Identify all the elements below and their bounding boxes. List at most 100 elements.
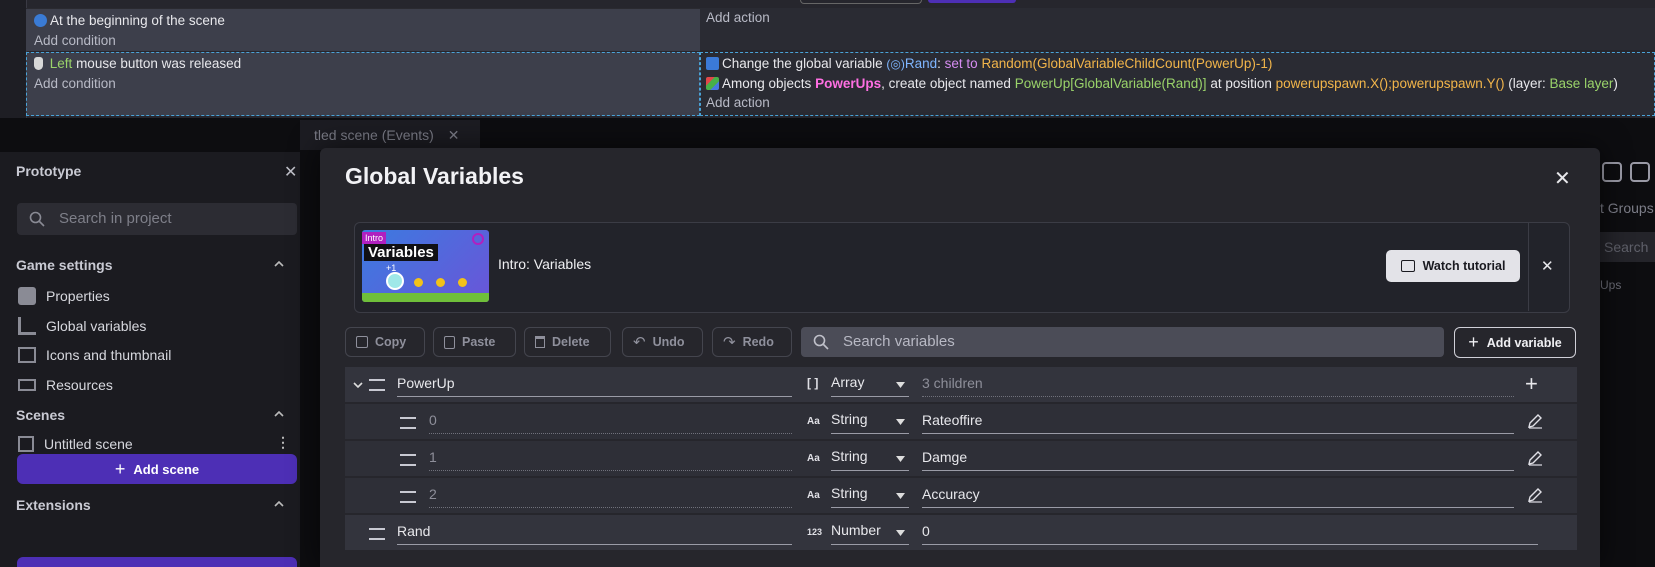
value-field[interactable]: Accuracy: [922, 486, 1514, 508]
plus-icon: +: [114, 458, 126, 479]
variable-name-field[interactable]: Rand: [397, 523, 792, 545]
toolbar-partial: [800, 0, 922, 4]
variable-row-powerup[interactable]: PowerUp [ ] Array 3 children +: [345, 367, 1577, 402]
global-variables-item[interactable]: Global variables: [18, 317, 146, 335]
edit-pencil-icon[interactable]: [1527, 487, 1543, 503]
objects-search[interactable]: Search: [1600, 232, 1655, 262]
ground: [362, 293, 489, 302]
objects-icon[interactable]: [1602, 162, 1622, 182]
drag-handle-icon[interactable]: [369, 379, 385, 391]
child-index: 2: [429, 486, 792, 508]
gdevelop-logo-icon: [472, 233, 484, 245]
variable-row-child-0[interactable]: 0 Aa String Rateoffire: [345, 404, 1577, 439]
game-settings-section[interactable]: Game settings: [16, 257, 112, 273]
scene-events-tab[interactable]: tled scene (Events) ✕: [300, 120, 480, 150]
paste-button[interactable]: Paste: [433, 327, 516, 357]
value-field[interactable]: Damge: [922, 449, 1514, 471]
variable-row-rand[interactable]: Rand 123 Number 0: [345, 515, 1577, 550]
tutorial-thumbnail[interactable]: Intro Variables +1: [362, 230, 489, 302]
close-tab-icon[interactable]: ✕: [448, 127, 460, 143]
add-action-link[interactable]: Add action: [706, 95, 770, 110]
redo-icon: ↷: [723, 334, 736, 351]
scene-item-untitled[interactable]: Untitled scene: [18, 436, 133, 452]
drag-handle-icon[interactable]: [369, 528, 385, 540]
extensions-section[interactable]: Extensions: [16, 497, 91, 513]
condition-mouse-released[interactable]: Left mouse button was released: [34, 56, 241, 71]
close-icon[interactable]: ✕: [284, 162, 297, 182]
dismiss-tutorial-icon[interactable]: ✕: [1541, 257, 1554, 275]
dropdown-arrow-icon: [896, 382, 905, 388]
more-options-icon[interactable]: ⋮: [276, 434, 290, 451]
dropdown-arrow-icon: [896, 456, 905, 462]
chevron-down-icon[interactable]: [353, 381, 363, 389]
search-icon: [813, 334, 829, 350]
children-count: 3 children: [922, 375, 1514, 397]
right-toolbar-icons: [1602, 158, 1655, 188]
project-search-input[interactable]: Search in project: [17, 203, 297, 235]
edit-pencil-icon[interactable]: [1527, 450, 1543, 466]
mouse-icon: [34, 57, 43, 70]
resources-item[interactable]: Resources: [18, 377, 113, 393]
film-icon: [18, 436, 34, 452]
variable-name-field[interactable]: PowerUp: [397, 375, 792, 397]
add-condition-link[interactable]: Add condition: [34, 76, 116, 91]
value-field[interactable]: Rateoffire: [922, 412, 1514, 434]
delete-button[interactable]: Delete: [524, 327, 611, 357]
variable-row-child-2[interactable]: 2 Aa String Accuracy: [345, 478, 1577, 513]
add-child-icon[interactable]: +: [1525, 371, 1538, 397]
variable-row-child-1[interactable]: 1 Aa String Damge: [345, 441, 1577, 476]
event-1-actions[interactable]: Add action: [700, 8, 1655, 50]
create-object-icon: [706, 77, 719, 90]
coin-icon: [436, 278, 445, 287]
action-change-variable[interactable]: Change the global variable (◎)Rand: set …: [706, 56, 1272, 71]
divider: [1528, 222, 1529, 311]
chevron-up-icon[interactable]: [274, 260, 284, 268]
extension-button-partial[interactable]: [17, 557, 297, 567]
array-type-icon: [ ]: [807, 376, 819, 390]
undo-button[interactable]: ↶ Undo: [622, 327, 703, 357]
icons-thumbnail-item[interactable]: Icons and thumbnail: [18, 347, 171, 363]
powerups-label: Ups: [1600, 278, 1622, 292]
variable-icon: [706, 57, 719, 70]
events-sheet: At the beginning of the scene Add condit…: [0, 0, 1655, 118]
child-index: 1: [429, 449, 792, 471]
drag-handle-icon[interactable]: [400, 491, 416, 503]
event-2-conditions[interactable]: Left mouse button was released Add condi…: [26, 52, 700, 116]
plus-icon: +: [1468, 332, 1479, 352]
close-dialog-icon[interactable]: ✕: [1554, 166, 1571, 191]
toolbar-partial-accent: [928, 0, 1016, 3]
properties-icon: [18, 287, 36, 305]
copy-button[interactable]: Copy: [345, 327, 425, 357]
event-2-actions[interactable]: Change the global variable (◎)Rand: set …: [700, 52, 1655, 116]
redo-button[interactable]: ↷ Redo: [712, 327, 792, 357]
add-scene-button[interactable]: + Add scene: [17, 454, 297, 484]
add-condition-link[interactable]: Add condition: [34, 33, 116, 48]
action-create-object[interactable]: Among objects PowerUps, create object na…: [706, 76, 1618, 91]
variables-tree-icon: [18, 317, 36, 335]
add-variable-button[interactable]: + Add variable: [1454, 327, 1576, 358]
event-1-conditions[interactable]: At the beginning of the scene Add condit…: [26, 8, 700, 51]
global-var-icon: (◎): [886, 57, 905, 71]
properties-item[interactable]: Properties: [18, 287, 110, 305]
project-title: Prototype: [16, 163, 82, 179]
value-field[interactable]: 0: [922, 523, 1538, 545]
copy-icon: [356, 336, 368, 348]
edit-pencil-icon[interactable]: [1527, 413, 1543, 429]
undo-icon: ↶: [633, 334, 646, 351]
drag-handle-icon[interactable]: [400, 417, 416, 429]
child-index: 0: [429, 412, 792, 434]
dialog-title: Global Variables: [345, 163, 524, 189]
events-gutter: [0, 0, 27, 118]
add-action-link[interactable]: Add action: [706, 10, 770, 25]
coin-icon: [414, 278, 423, 287]
watch-tutorial-button[interactable]: Watch tutorial: [1386, 250, 1520, 282]
tutorial-title: Intro: Variables: [498, 256, 592, 272]
scenes-section[interactable]: Scenes: [16, 407, 65, 423]
dropdown-arrow-icon: [896, 530, 905, 536]
search-variables-input[interactable]: Search variables: [801, 327, 1444, 357]
chevron-up-icon[interactable]: [274, 500, 284, 508]
condition-scene-start[interactable]: At the beginning of the scene: [34, 13, 225, 28]
chevron-up-icon[interactable]: [274, 410, 284, 418]
drag-handle-icon[interactable]: [400, 454, 416, 466]
edit-icon[interactable]: [1630, 162, 1650, 182]
